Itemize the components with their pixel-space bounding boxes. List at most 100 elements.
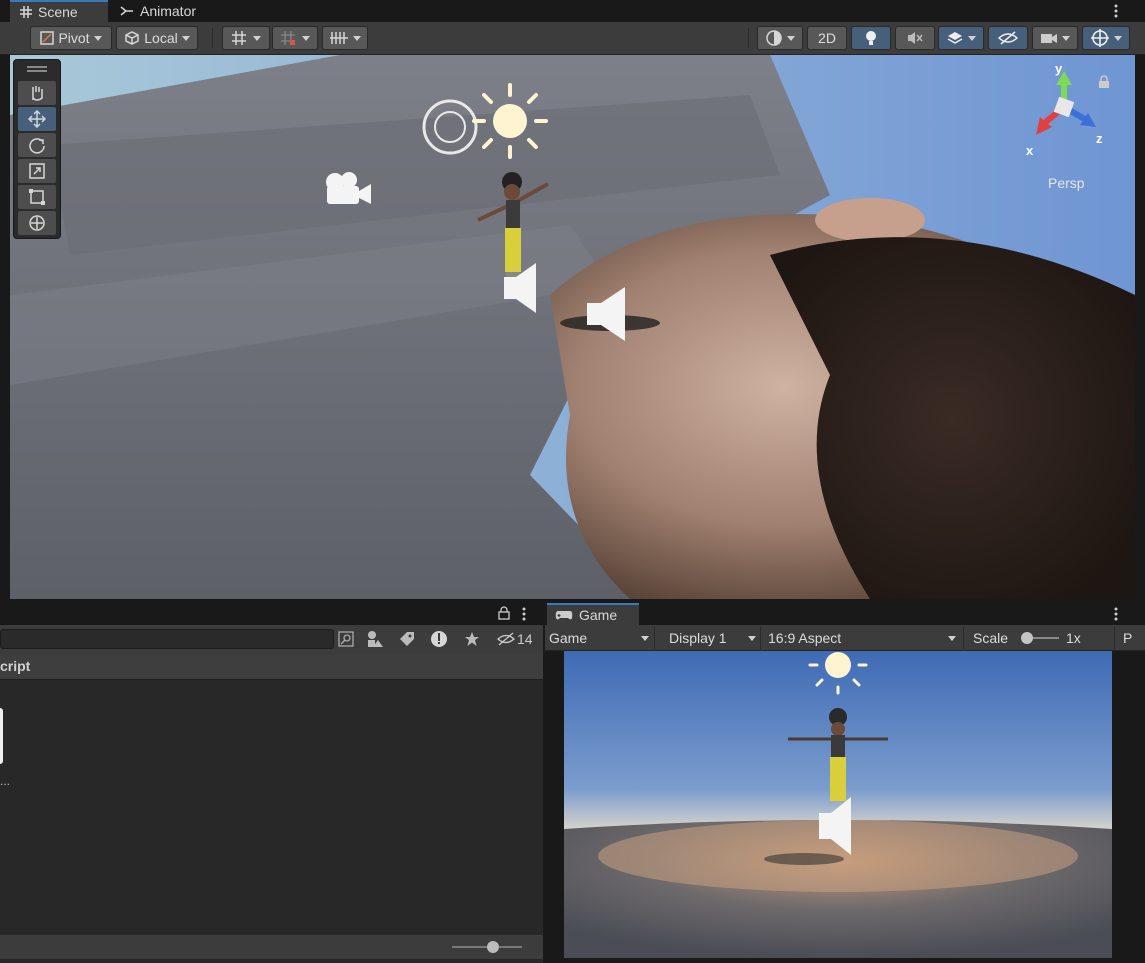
camera-settings-dropdown[interactable] (1032, 26, 1078, 50)
lighting-toggle-button[interactable] (851, 26, 891, 50)
scene-render (10, 55, 1135, 599)
move-arrows-icon (28, 110, 46, 128)
more-options-icon[interactable] (1111, 606, 1121, 622)
scene-viewport[interactable]: y x z Persp (10, 55, 1135, 599)
chevron-down-icon (1114, 35, 1122, 41)
axis-x-label: x (1026, 143, 1034, 158)
pivot-dropdown[interactable]: Pivot (30, 26, 112, 50)
more-options-icon[interactable] (1109, 3, 1123, 19)
eye-hidden-icon (997, 31, 1019, 45)
grid-visibility-button[interactable] (322, 26, 368, 50)
effects-layers-icon (947, 32, 963, 44)
scale-tool-button[interactable] (18, 159, 56, 183)
animator-icon (120, 6, 133, 16)
lock-icon[interactable] (498, 606, 510, 620)
asset-name-truncated: ... (0, 774, 11, 788)
pivot-label: Pivot (58, 30, 90, 46)
scene-toolbar: Pivot Local 2D (0, 22, 1145, 55)
filter-by-type-icon[interactable] (366, 630, 384, 648)
grid-visibility-icon (330, 32, 348, 44)
chevron-down-icon (1062, 35, 1070, 41)
play-focused-dropdown[interactable]: P (1119, 627, 1145, 649)
effects-dropdown[interactable] (938, 26, 984, 50)
move-tool-button[interactable] (18, 107, 56, 131)
filter-by-label-icon[interactable] (399, 631, 415, 647)
camera-gizmo[interactable] (321, 170, 373, 208)
chevron-down-icon (93, 35, 102, 41)
directional-light-gizmo[interactable] (472, 83, 548, 159)
increment-snap-button[interactable] (272, 26, 318, 50)
zoom-slider-thumb[interactable] (487, 941, 499, 953)
tool-palette (13, 59, 61, 239)
audio-source-gizmo-2[interactable] (585, 285, 629, 343)
cube-icon (125, 31, 140, 45)
rect-transform-icon (29, 189, 45, 205)
rect-tool-button[interactable] (18, 185, 56, 209)
light-bulb-icon (866, 31, 876, 45)
aspect-label: 16:9 Aspect (768, 630, 842, 646)
camera-mode-label[interactable]: Persp (1048, 175, 1085, 191)
directional-light-gizmo[interactable] (805, 651, 871, 697)
chevron-down-icon (948, 636, 956, 641)
display-dropdown[interactable]: Display 1 (665, 627, 761, 649)
hidden-objects-toggle-button[interactable] (988, 26, 1028, 50)
transform-tool-button[interactable] (18, 211, 56, 235)
list-item[interactable]: cript (0, 655, 543, 680)
transform-icon (29, 215, 45, 231)
clipped-label: P (1123, 630, 1133, 646)
chevron-down-icon (787, 35, 795, 41)
chevron-down-icon (353, 35, 361, 41)
asset-thumbnail[interactable] (0, 708, 3, 764)
grid-snap-icon (232, 31, 246, 45)
audio-source-gizmo[interactable] (817, 795, 855, 857)
chevron-down-icon (748, 636, 756, 641)
tab-scene-label: Scene (38, 4, 78, 20)
audio-toggle-button[interactable] (895, 26, 935, 50)
2d-label: 2D (818, 30, 836, 46)
tab-animator[interactable]: Animator (110, 0, 220, 22)
gamepad-icon (555, 611, 573, 620)
view-type-label: Game (549, 630, 588, 646)
hand-tool-button[interactable] (18, 81, 56, 105)
chevron-down-icon (181, 35, 190, 41)
chevron-down-icon (302, 35, 310, 41)
project-bottom-bar (0, 935, 543, 959)
scale-control: Scale 1x (969, 627, 1115, 649)
search-by-type-icon[interactable] (338, 631, 354, 647)
drag-handle[interactable] (27, 66, 47, 68)
game-viewport[interactable] (564, 651, 1112, 958)
shading-mode-icon (766, 30, 782, 46)
rotate-icon (29, 138, 45, 154)
favorites-star-icon[interactable] (464, 631, 480, 647)
scale-slider-thumb[interactable] (1021, 632, 1033, 644)
more-options-icon[interactable] (519, 606, 529, 622)
hidden-packages-icon[interactable] (496, 631, 516, 647)
tab-game[interactable]: Game (547, 603, 639, 625)
tab-game-label: Game (579, 607, 618, 623)
axis-z-label: z (1096, 131, 1103, 146)
aspect-dropdown[interactable]: 16:9 Aspect (764, 627, 964, 649)
rotate-tool-button[interactable] (18, 133, 56, 157)
warning-icon[interactable] (430, 630, 448, 648)
audio-source-gizmo[interactable] (502, 261, 542, 315)
search-input[interactable] (0, 629, 334, 649)
pivot-icon (40, 31, 55, 45)
scale-label: Scale (973, 630, 1009, 646)
lock-icon[interactable] (1098, 75, 1110, 89)
chevron-down-icon (641, 636, 649, 641)
gizmos-dropdown[interactable] (1082, 26, 1130, 50)
tab-scene[interactable]: Scene (10, 0, 108, 22)
chevron-down-icon (253, 35, 261, 41)
game-panel: Game Game Display 1 16:9 Aspect Scale 1x… (545, 603, 1145, 963)
draw-mode-button[interactable] (757, 26, 803, 50)
2d-toggle-button[interactable]: 2D (807, 26, 847, 50)
gizmo-globe-icon (1091, 29, 1109, 47)
project-toolbar: 14 (0, 625, 543, 655)
grid-snapping-button[interactable] (222, 26, 270, 50)
grid-icon (20, 6, 32, 18)
local-dropdown[interactable]: Local (116, 26, 198, 50)
scale-value: 1x (1066, 630, 1081, 646)
hidden-count: 14 (517, 631, 533, 647)
audio-mute-icon (908, 32, 923, 44)
view-type-dropdown[interactable]: Game (545, 627, 655, 649)
